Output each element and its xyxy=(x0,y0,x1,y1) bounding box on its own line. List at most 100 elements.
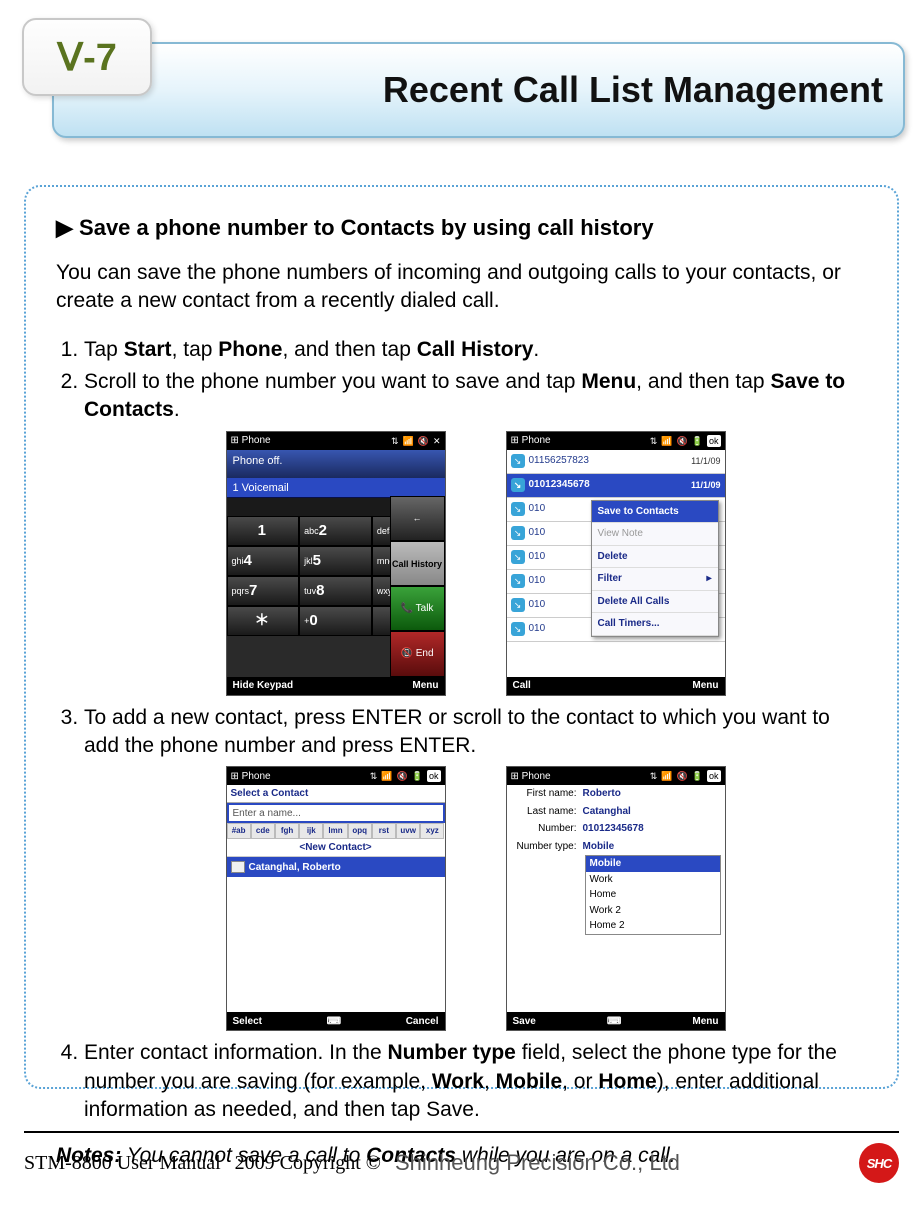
last-name-value[interactable]: Catanghal xyxy=(583,805,631,819)
menu-view-note: View Note xyxy=(592,523,718,546)
step-3-text: To add a new contact, press ENTER or scr… xyxy=(84,706,830,757)
key-2[interactable]: abc2 xyxy=(299,516,372,546)
dialer-status: Phone off. xyxy=(227,450,445,478)
win-icon: ⊞ Phone xyxy=(511,434,551,448)
outgoing-icon: ↘ xyxy=(511,550,525,564)
menu-delete[interactable]: Delete xyxy=(592,546,718,569)
screenshot-row-2: ⊞ Phone ⇅📶🔇🔋ok Select a Contact Enter a … xyxy=(84,766,867,1031)
key-back[interactable]: ← xyxy=(390,496,445,541)
key-5[interactable]: jkl5 xyxy=(299,546,372,576)
field-number: Number:01012345678 xyxy=(507,820,725,838)
new-contact-row[interactable]: <New Contact> xyxy=(227,839,445,857)
menu-save-to-contacts[interactable]: Save to Contacts xyxy=(592,501,718,524)
step-1: Tap Start, tap Phone, and then tap Call … xyxy=(84,336,867,364)
softkey-left[interactable]: Hide Keypad xyxy=(233,679,294,693)
field-number-type: Number type:Mobile xyxy=(507,838,725,856)
alpha-tab[interactable]: cde xyxy=(251,823,275,839)
alpha-tab[interactable]: opq xyxy=(348,823,372,839)
t: , xyxy=(484,1070,496,1093)
kw-call-history: Call History xyxy=(417,338,534,361)
footer-copyright: 2009 Copyright © xyxy=(235,1152,381,1175)
t: , or xyxy=(562,1070,598,1093)
screenshot-dialer: ⊞ Phone ⇅📶🔇✕ Phone off. 1 Voicemail 1 ab… xyxy=(226,431,446,696)
page-title: Recent Call List Management xyxy=(52,42,905,138)
softkey-left[interactable]: Call xyxy=(513,679,531,693)
outgoing-icon: ↘ xyxy=(511,478,525,492)
name-input[interactable]: Enter a name... xyxy=(227,803,445,823)
outgoing-icon: ↘ xyxy=(511,598,525,612)
softkey-right[interactable]: Cancel xyxy=(406,1015,439,1029)
alpha-tabs: #ab cde fgh ijk lmn opq rst uvw xyz xyxy=(227,823,445,839)
contact-row-selected[interactable]: Catanghal, Roberto xyxy=(227,857,445,877)
call-row-selected[interactable]: ↘0101234567811/1/09 xyxy=(507,474,725,498)
kw-number-type: Number type xyxy=(388,1041,516,1064)
t: , tap xyxy=(172,338,219,361)
content-box: ▶ Save a phone number to Contacts by usi… xyxy=(24,185,899,1089)
t: . xyxy=(174,398,180,421)
footer-manual: STM-8800 User Manual xyxy=(24,1152,221,1175)
first-name-value[interactable]: Roberto xyxy=(583,787,621,801)
keyboard-icon[interactable]: ⌨ xyxy=(607,1015,621,1029)
key-8[interactable]: tuv8 xyxy=(299,576,372,606)
menu-filter[interactable]: Filter▸ xyxy=(592,568,718,591)
t: . xyxy=(533,338,539,361)
key-call-history[interactable]: Call History xyxy=(390,541,445,586)
type-option-mobile[interactable]: Mobile xyxy=(586,856,720,872)
key-4[interactable]: ghi4 xyxy=(227,546,300,576)
menu-delete-all[interactable]: Delete All Calls xyxy=(592,591,718,614)
alpha-tab[interactable]: fgh xyxy=(275,823,299,839)
keyboard-icon[interactable]: ⌨ xyxy=(327,1015,341,1029)
outgoing-icon: ↘ xyxy=(511,454,525,468)
app-name: Phone xyxy=(522,771,551,782)
number-type-value[interactable]: Mobile xyxy=(583,840,615,854)
app-name: Phone xyxy=(242,435,271,446)
alpha-tab[interactable]: #ab xyxy=(227,823,251,839)
outgoing-icon: ↘ xyxy=(511,526,525,540)
type-option-work[interactable]: Work xyxy=(586,872,720,888)
alpha-tab[interactable]: lmn xyxy=(323,823,347,839)
step-3: To add a new contact, press ENTER or scr… xyxy=(84,704,867,1032)
contact-icon xyxy=(231,861,245,873)
key-0[interactable]: +0 xyxy=(299,606,372,636)
status-icons: ⇅📶🔇✕ xyxy=(391,435,441,447)
key-talk[interactable]: 📞 Talk xyxy=(390,586,445,631)
alpha-tab[interactable]: xyz xyxy=(420,823,444,839)
type-option-home2[interactable]: Home 2 xyxy=(586,918,720,934)
key-1[interactable]: 1 xyxy=(227,516,300,546)
alpha-tab[interactable]: uvw xyxy=(396,823,420,839)
key-end[interactable]: 📵 End xyxy=(390,631,445,676)
key-star[interactable]: ＊ xyxy=(227,606,300,636)
type-option-work2[interactable]: Work 2 xyxy=(586,903,720,919)
outgoing-icon: ↘ xyxy=(511,502,525,516)
kw-phone: Phone xyxy=(218,338,282,361)
kw-menu: Menu xyxy=(581,370,636,393)
intro-text: You can save the phone numbers of incomi… xyxy=(56,259,867,316)
call-row[interactable]: ↘0115625782311/1/09 xyxy=(507,450,725,474)
alpha-tab[interactable]: rst xyxy=(372,823,396,839)
voicemail-row[interactable]: 1 Voicemail xyxy=(227,478,445,498)
outgoing-icon: ↘ xyxy=(511,574,525,588)
step-2: Scroll to the phone number you want to s… xyxy=(84,368,867,696)
steps-list: Tap Start, tap Phone, and then tap Call … xyxy=(56,336,867,1125)
key-7[interactable]: pqrs7 xyxy=(227,576,300,606)
t: Tap xyxy=(84,338,124,361)
screenshot-row-1: ⊞ Phone ⇅📶🔇✕ Phone off. 1 Voicemail 1 ab… xyxy=(84,431,867,696)
kw-work: Work xyxy=(432,1070,484,1093)
softkey-left[interactable]: Select xyxy=(233,1015,262,1029)
type-option-home[interactable]: Home xyxy=(586,887,720,903)
win-icon: ⊞ Phone xyxy=(231,770,271,784)
app-name: Phone xyxy=(522,435,551,446)
footer-company: Shinheung Precision Co., Ltd xyxy=(395,1150,680,1176)
step-4: Enter contact information. In the Number… xyxy=(84,1039,867,1124)
number-value[interactable]: 01012345678 xyxy=(583,822,644,836)
menu-call-timers[interactable]: Call Timers... xyxy=(592,613,718,636)
softkey-left[interactable]: Save xyxy=(513,1015,536,1029)
alpha-tab[interactable]: ijk xyxy=(299,823,323,839)
t: , and then tap xyxy=(636,370,770,393)
win-icon: ⊞ Phone xyxy=(231,434,271,448)
chapter-badge: Ⅴ-7 xyxy=(22,18,152,96)
win-icon: ⊞ Phone xyxy=(511,770,551,784)
softkey-right[interactable]: Menu xyxy=(692,1015,718,1029)
softkey-right[interactable]: Menu xyxy=(692,679,718,693)
softkey-right[interactable]: Menu xyxy=(412,679,438,693)
